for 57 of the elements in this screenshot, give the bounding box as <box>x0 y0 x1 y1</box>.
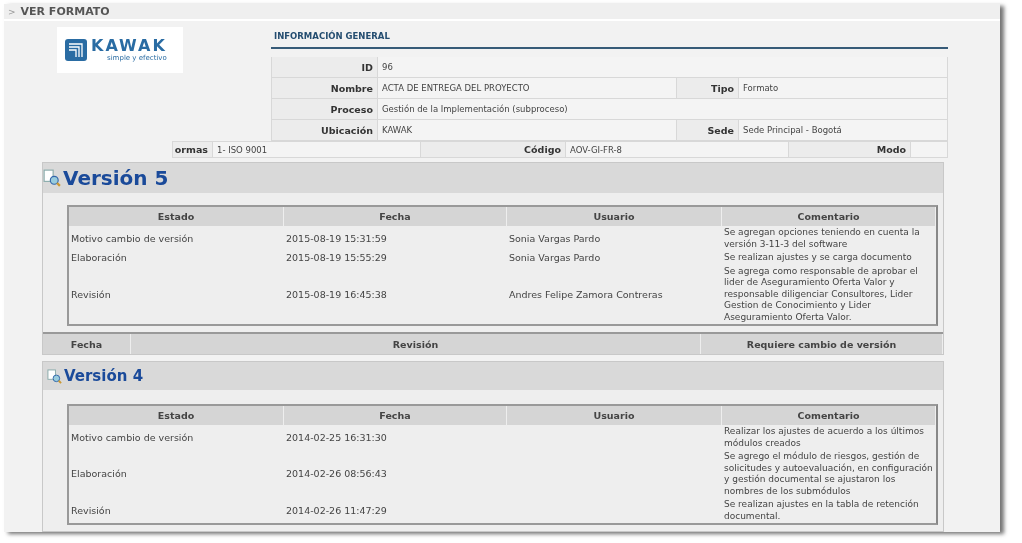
table-cell-text: Se agregan opciones teniendo en cuenta la versión 3-11-3 del software <box>723 226 921 251</box>
table-cell-text: Motivo cambio de versión <box>70 231 195 246</box>
column-header: Usuario <box>507 207 722 226</box>
magnifier-icon <box>43 169 61 187</box>
table-cell-text: Revisión <box>70 287 112 302</box>
table-cell-text: Motivo cambio de versión <box>70 430 195 445</box>
column-header: Usuario <box>507 406 722 425</box>
column-header: Comentario <box>722 406 936 425</box>
column-header: Fecha <box>284 207 507 226</box>
field-label: Tipo <box>676 78 739 98</box>
table-cell-text: Andres Felipe Zamora Contreras <box>508 287 664 302</box>
breadcrumb-marker: > <box>8 6 16 17</box>
table-cell-text: Revisión <box>70 503 112 518</box>
table-cell-text: 2014-02-25 16:31:30 <box>285 430 388 445</box>
field-value: 1- ISO 9001 <box>216 143 269 157</box>
table-cell-text: 2015-08-19 15:31:59 <box>285 231 388 246</box>
table-cell-text: 2014-02-26 08:56:43 <box>285 467 388 482</box>
table-cell-text: Sonia Vargas Pardo <box>508 231 602 246</box>
column-header: Requiere cambio de versión <box>701 334 943 354</box>
page-title: VER FORMATO <box>20 5 110 18</box>
column-header: Comentario <box>722 207 936 226</box>
field-value: Gestión de la Implementación (subproceso) <box>381 103 569 116</box>
table-cell-text: Se realizan ajustes en la tabla de retención documental. <box>723 498 920 523</box>
field-value: Formato <box>742 82 780 95</box>
column-header: Estado <box>69 207 284 226</box>
field-label: ormas <box>173 142 213 157</box>
magnifier-icon <box>47 368 62 384</box>
table-cell-text: Se agrega como responsable de aprobar el lider de Aseguramiento Oferta Valor y responsable diligenciar Consultores, Lider Gestion de Conocimiento y Lider Aseguramiento Oferta Valor. <box>723 264 919 324</box>
section-title: INFORMACIÓN GENERAL <box>271 27 948 49</box>
version-title: Versión 5 <box>63 166 169 190</box>
table-cell-text: Sonia Vargas Pardo <box>508 251 602 265</box>
field-label: Modo <box>788 142 911 157</box>
field-value: 96 <box>381 61 394 74</box>
field-value: AOV-GI-FR-8 <box>569 143 623 157</box>
table-cell-text: 2014-02-26 11:47:29 <box>285 503 388 518</box>
column-header: Estado <box>69 406 284 425</box>
column-header: Fecha <box>43 334 131 354</box>
table-cell-text: 2015-08-19 16:45:38 <box>285 287 388 302</box>
table-cell-text: 2015-08-19 15:55:29 <box>285 251 388 265</box>
field-label: ID <box>272 57 378 77</box>
logo-icon <box>65 39 87 61</box>
table-cell-text: Se realizan ajustes y se carga documento <box>723 251 913 264</box>
table-cell-text: Se agrego el módulo de riesgos, gestión de solicitudes y autoevaluación, en configuración y gestión documental se ajustaron los nombres de los submódulos <box>723 450 934 498</box>
field-label: Ubicación <box>272 120 378 140</box>
field-label: Código <box>420 142 566 157</box>
version-title: Versión 4 <box>64 367 144 385</box>
table-cell-text: Elaboración <box>70 467 128 482</box>
column-header: Fecha <box>284 406 507 425</box>
field-label: Proceso <box>272 99 378 119</box>
table-cell-text: Elaboración <box>70 251 128 265</box>
field-label: Sede <box>676 120 739 140</box>
field-value: Sede Principal - Bogotá <box>742 124 843 137</box>
field-label: Nombre <box>272 78 378 98</box>
column-header: Revisión <box>131 334 701 354</box>
field-value: KAWAK <box>381 124 414 137</box>
field-value: ACTA DE ENTREGA DEL PROYECTO <box>381 82 531 95</box>
table-cell-text: Realizar los ajustes de acuerdo a los últimos módulos creados <box>723 425 925 450</box>
